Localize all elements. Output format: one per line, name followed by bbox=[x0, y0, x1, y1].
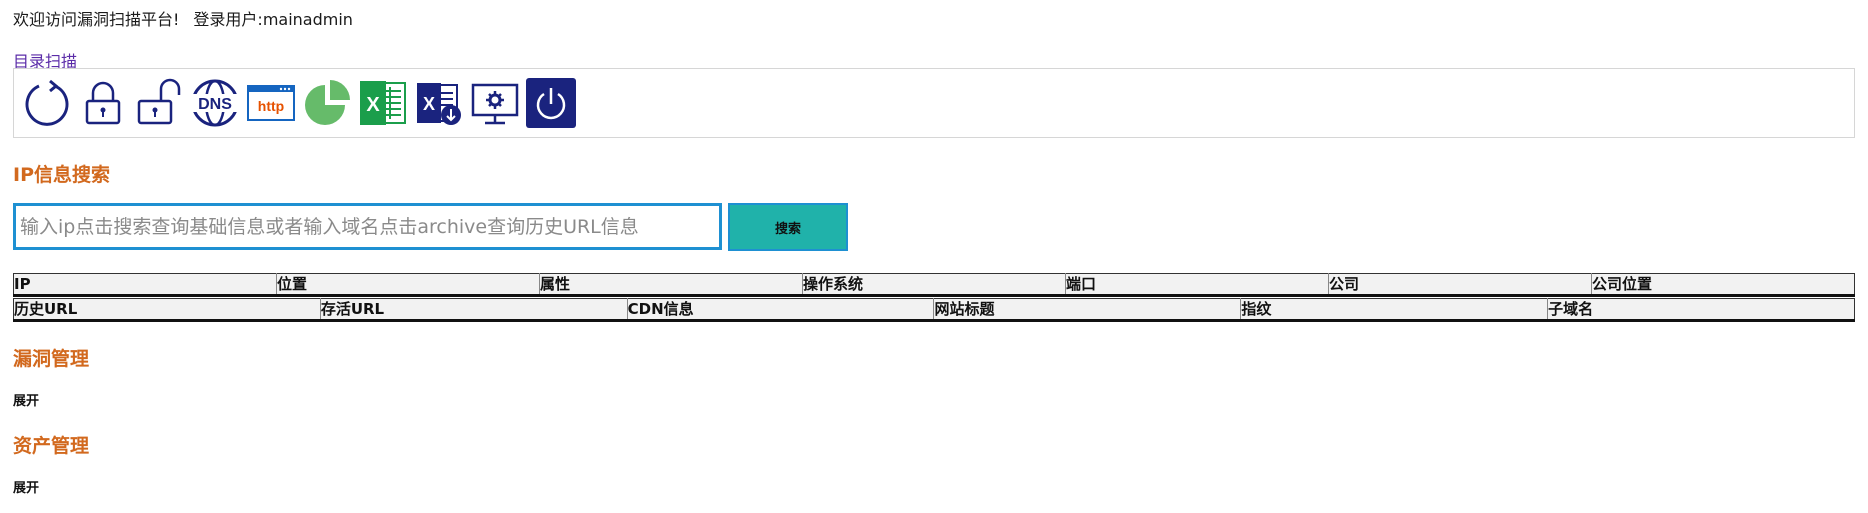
pie-chart-icon[interactable] bbox=[301, 77, 353, 129]
toolbar: DNS http X X bbox=[13, 68, 1855, 138]
col-company: 公司 bbox=[1328, 273, 1592, 296]
col-company-location: 公司位置 bbox=[1591, 273, 1855, 296]
dns-icon[interactable]: DNS bbox=[189, 77, 241, 129]
welcome-text: 欢迎访问漏洞扫描平台! bbox=[13, 10, 180, 29]
login-user: 登录用户:mainadmin bbox=[193, 10, 353, 29]
col-location: 位置 bbox=[276, 273, 540, 296]
col-ip: IP bbox=[13, 273, 277, 296]
power-icon[interactable] bbox=[525, 77, 577, 129]
ip-info-table-header: IP 位置 属性 操作系统 端口 公司 公司位置 bbox=[13, 273, 1855, 297]
svg-text:X: X bbox=[366, 94, 380, 116]
ip-search-title: IP信息搜索 bbox=[13, 164, 110, 186]
svg-text:DNS: DNS bbox=[198, 96, 232, 113]
http-icon[interactable]: http bbox=[245, 77, 297, 129]
col-fingerprint: 指纹 bbox=[1240, 298, 1548, 321]
col-history-url: 历史URL bbox=[13, 298, 321, 321]
col-port: 端口 bbox=[1065, 273, 1329, 296]
col-alive-url: 存活URL bbox=[319, 298, 628, 321]
vuln-management-title: 漏洞管理 bbox=[13, 348, 90, 370]
col-subdomain: 子域名 bbox=[1547, 298, 1855, 321]
settings-monitor-icon[interactable] bbox=[469, 77, 521, 129]
col-attribute: 属性 bbox=[539, 273, 803, 296]
svg-text:X: X bbox=[423, 94, 435, 114]
lock-open-icon[interactable] bbox=[133, 77, 185, 129]
svg-text:http: http bbox=[258, 98, 284, 114]
asset-expand-toggle[interactable]: 展开 bbox=[13, 477, 39, 496]
lock-closed-icon[interactable] bbox=[77, 77, 129, 129]
col-os: 操作系统 bbox=[802, 273, 1066, 296]
ip-search-input[interactable] bbox=[13, 203, 722, 250]
url-info-table-header: 历史URL 存活URL CDN信息 网站标题 指纹 子域名 bbox=[13, 298, 1855, 322]
refresh-icon[interactable] bbox=[21, 77, 73, 129]
page: 欢迎访问漏洞扫描平台! 登录用户:mainadmin 目录扫描 DNS http … bbox=[0, 0, 1868, 513]
vuln-expand-toggle[interactable]: 展开 bbox=[13, 390, 39, 409]
excel-icon[interactable]: X bbox=[357, 77, 409, 129]
asset-management-title: 资产管理 bbox=[13, 435, 90, 457]
col-cdn-info: CDN信息 bbox=[626, 298, 934, 321]
excel-download-icon[interactable]: X bbox=[413, 77, 465, 129]
col-site-title: 网站标题 bbox=[933, 298, 1241, 321]
welcome-bar: 欢迎访问漏洞扫描平台! 登录用户:mainadmin bbox=[13, 6, 353, 30]
search-button[interactable]: 搜索 bbox=[728, 203, 848, 251]
